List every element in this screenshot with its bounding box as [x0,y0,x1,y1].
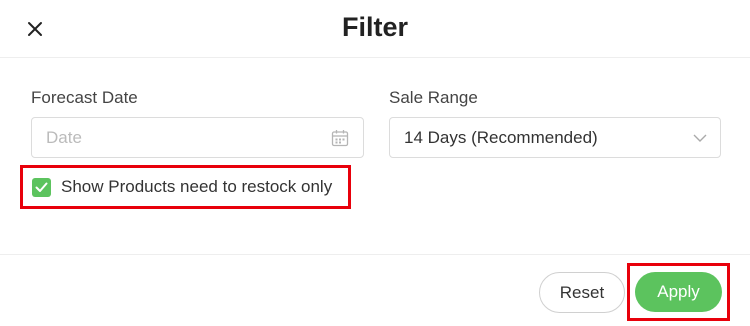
sale-range-label: Sale Range [389,88,478,107]
chevron-down-icon [693,134,707,142]
restock-only-label[interactable]: Show Products need to restock only [61,177,332,197]
check-icon [35,182,48,192]
dialog-title: Filter [341,12,408,42]
forecast-date-input[interactable] [46,127,326,149]
restock-only-option[interactable]: Show Products need to restock only [20,165,351,209]
restock-only-checkbox[interactable] [32,178,51,197]
forecast-date-field[interactable] [31,117,364,158]
forecast-date-label: Forecast Date [31,88,138,107]
calendar-icon[interactable] [331,129,349,147]
sale-range-value: 14 Days (Recommended) [404,128,598,147]
sale-range-select[interactable]: 14 Days (Recommended) [389,117,721,158]
reset-button[interactable]: Reset [539,272,625,313]
apply-button[interactable]: Apply [635,272,722,312]
footer-divider [0,254,750,255]
apply-highlight: Apply [627,263,730,321]
dialog-header: Filter [0,0,750,58]
